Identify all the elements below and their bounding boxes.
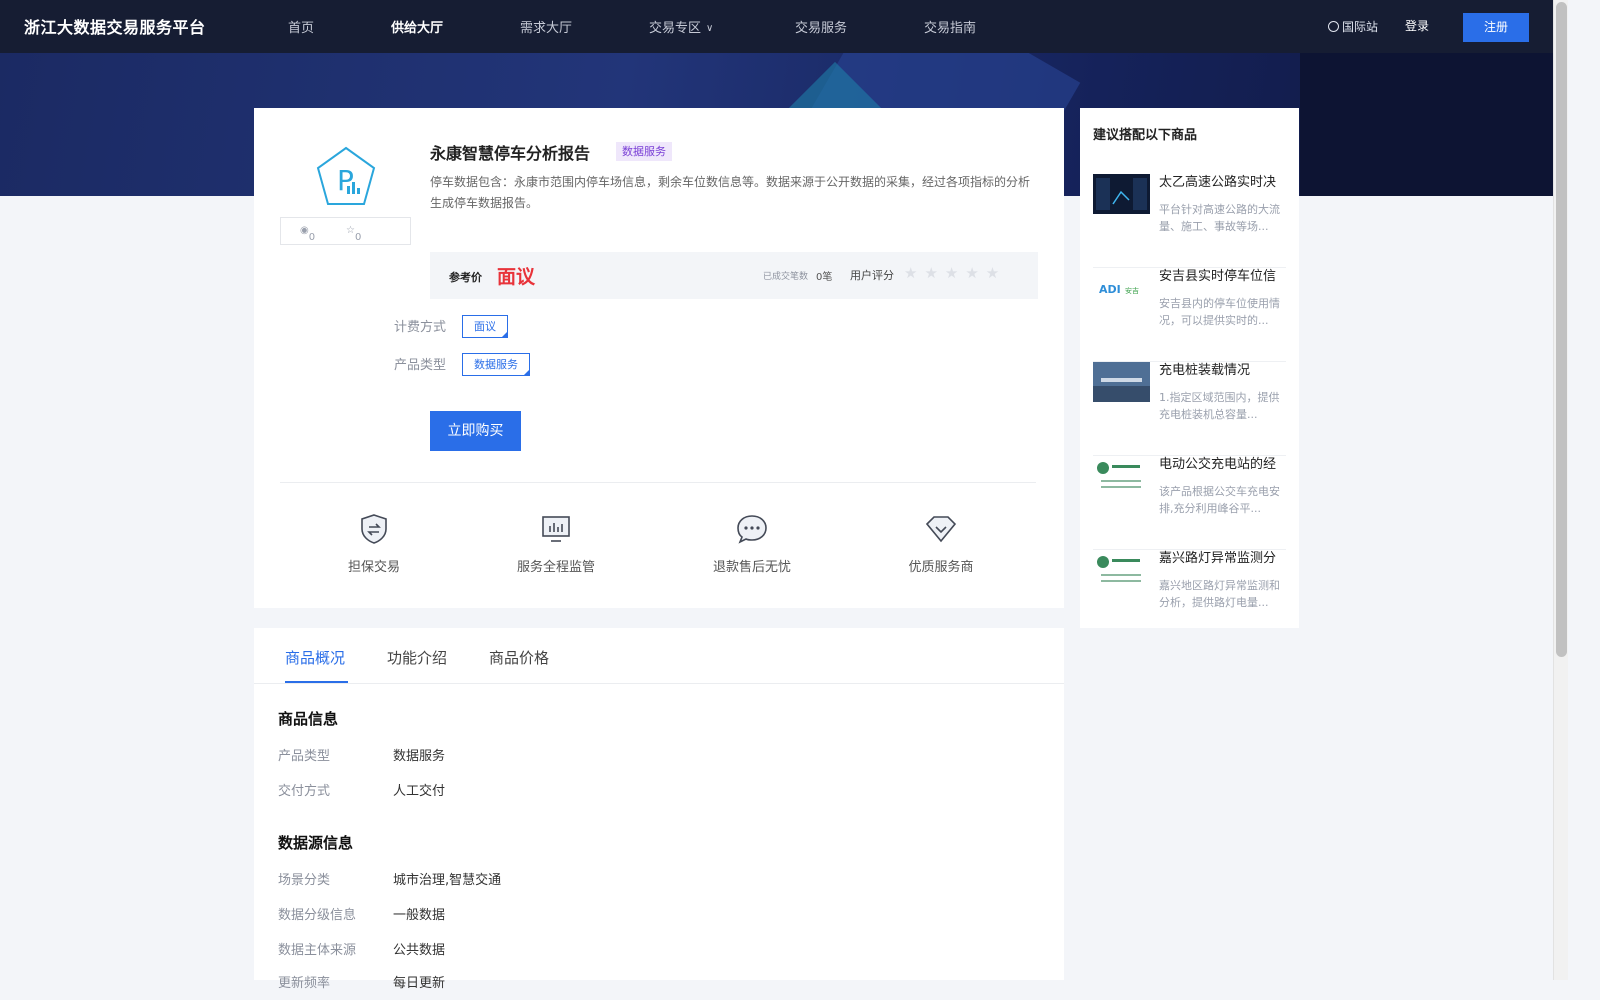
suggest-item[interactable]: ADI 安吉 安吉县实时停车位信 安吉县内的停车位使用情况，可以提供实时的... [1093, 268, 1286, 362]
globe-icon [1328, 21, 1339, 32]
nav-trade-zone[interactable]: 交易专区 ∨ [649, 17, 713, 36]
feature-supervision: 服务全程监管 [496, 512, 616, 575]
buy-now-button[interactable]: 立即购买 [430, 411, 521, 451]
info-label: 场景分类 [278, 873, 331, 888]
info-label: 数据分级信息 [278, 908, 357, 923]
shield-exchange-icon [361, 514, 387, 544]
top-nav: 浙江大数据交易服务平台 首页 供给大厅 需求大厅 交易专区 ∨ 交易服务 交易指南… [0, 0, 1553, 53]
nav-supply-hall[interactable]: 供给大厅 [391, 17, 443, 36]
billing-label: 计费方式 [394, 320, 447, 335]
nav-demand-hall[interactable]: 需求大厅 [520, 17, 572, 36]
suggest-item[interactable]: 电动公交充电站的经 该产品根据公交车充电安排,充分利用峰谷平... [1093, 456, 1286, 550]
suggest-title: 建议搭配以下商品 [1093, 128, 1198, 143]
views-value: 0 [308, 232, 316, 243]
suggest-item[interactable]: 充电桩装载情况 1.指定区域范围内，提供充电桩装机总容量... [1093, 362, 1286, 456]
product-tag: 数据服务 [616, 142, 672, 161]
suggest-item-name: 电动公交充电站的经 [1159, 457, 1277, 472]
intl-site-label: 国际站 [1342, 20, 1379, 34]
tab-overview[interactable]: 商品概况 [285, 647, 345, 668]
section-title: 商品信息 [278, 710, 339, 728]
suggest-thumbnail [1093, 174, 1150, 214]
pentagon-logo-icon: P [316, 146, 376, 205]
monitor-chart-icon [542, 516, 570, 542]
info-label: 数据主体来源 [278, 943, 357, 958]
product-description: 停车数据包含：永康市范围内停车场信息，剩余车位数信息等。数据来源于公开数据的采集… [430, 175, 1031, 210]
product-card: P ◉ 0 ☆ 0 永康智慧停车分析报告 数据服务 停车数据包含：永康市范围内停… [254, 108, 1064, 608]
feature-label: 优质服务商 [908, 560, 974, 575]
info-value: 每日更新 [393, 976, 446, 991]
login-link[interactable]: 登录 [1405, 17, 1429, 34]
nav-trade-guide[interactable]: 交易指南 [924, 17, 976, 36]
chat-bubble-icon [737, 515, 767, 544]
price-bar: 参考价 面议 已成交笔数 0笔 用户评分 ★★★★★ [430, 252, 1038, 299]
deals-label: 已成交笔数 [763, 272, 809, 282]
info-value: 城市治理,智慧交通 [393, 873, 502, 888]
suggest-panel: 建议搭配以下商品 太乙高速公路实时决 平台针对高速公路的大流量、施工、事故等场.… [1080, 108, 1299, 628]
suggest-item-desc: 安吉县内的停车位使用情况，可以提供实时的... [1159, 297, 1280, 327]
favorites-value: 0 [354, 232, 362, 243]
price-label: 参考价 [449, 271, 482, 284]
tab-pricing[interactable]: 商品价格 [489, 647, 549, 668]
brand-title[interactable]: 浙江大数据交易服务平台 [24, 14, 206, 38]
info-value: 一般数据 [393, 908, 446, 923]
details-section: 商品概况 功能介绍 商品价格 商品信息 产品类型 数据服务 交付方式 人工交付 … [254, 628, 1064, 991]
feature-guarantee: 担保交易 [314, 512, 434, 575]
rating-label: 用户评分 [850, 269, 894, 282]
rating-stars: ★★★★★ [904, 264, 1007, 282]
page-scrollbar[interactable] [1553, 0, 1568, 980]
suggest-item-desc: 嘉兴地区路灯异常监测和分析，提供路灯电量... [1159, 579, 1280, 609]
nav-trade-service[interactable]: 交易服务 [795, 17, 847, 36]
suggest-thumbnail [1093, 362, 1150, 402]
views-count: ◉ 0 [300, 225, 316, 243]
feature-label: 担保交易 [347, 560, 400, 575]
active-tab-indicator [285, 681, 348, 683]
suggest-item-name: 安吉县实时停车位信 [1159, 269, 1277, 284]
svg-text:ADI: ADI [1099, 283, 1121, 296]
info-value: 公共数据 [393, 943, 446, 958]
price-value: 面议 [497, 266, 536, 288]
billing-option[interactable]: 面议 [462, 315, 508, 338]
feature-label: 服务全程监管 [516, 560, 595, 575]
favorites-count[interactable]: ☆ 0 [346, 225, 361, 243]
suggest-item[interactable]: 嘉兴路灯异常监测分 嘉兴地区路灯异常监测和分析，提供路灯电量... [1093, 550, 1286, 644]
chevron-down-icon: ∨ [706, 23, 714, 34]
suggest-thumbnail [1093, 550, 1150, 590]
product-title: 永康智慧停车分析报告 [430, 144, 591, 163]
suggest-item-desc: 平台针对高速公路的大流量、施工、事故等场... [1159, 203, 1280, 233]
feature-label: 退款售后无忧 [712, 560, 791, 575]
info-label: 产品类型 [278, 749, 331, 764]
banner-decoration [1300, 53, 1553, 196]
type-option[interactable]: 数据服务 [462, 353, 530, 376]
tabs-divider [254, 683, 1064, 684]
info-value: 人工交付 [393, 784, 446, 799]
register-button[interactable]: 注册 [1463, 13, 1529, 42]
suggest-item[interactable]: 太乙高速公路实时决 平台针对高速公路的大流量、施工、事故等场... [1093, 174, 1286, 268]
suggest-item-desc: 1.指定区域范围内，提供充电桩装机总容量... [1159, 391, 1280, 421]
suggest-item-name: 太乙高速公路实时决 [1159, 175, 1277, 190]
divider [280, 482, 1036, 483]
suggest-item-name: 充电桩装载情况 [1159, 363, 1251, 378]
info-label: 更新频率 [278, 976, 331, 991]
tab-features[interactable]: 功能介绍 [387, 647, 447, 668]
svg-text:P: P [337, 164, 354, 197]
scrollbar-thumb[interactable] [1556, 2, 1567, 657]
suggest-item-desc: 该产品根据公交车充电安排,充分利用峰谷平... [1159, 485, 1280, 515]
section-title: 数据源信息 [278, 834, 354, 852]
suggest-thumbnail: ADI 安吉 [1093, 268, 1150, 308]
info-value: 数据服务 [393, 749, 446, 764]
suggest-item-name: 嘉兴路灯异常监测分 [1159, 551, 1277, 566]
product-logo: P [316, 146, 376, 208]
feature-quality-provider: 优质服务商 [881, 512, 1001, 575]
feature-refund: 退款售后无忧 [692, 512, 812, 575]
nav-home[interactable]: 首页 [288, 17, 314, 36]
intl-site-link[interactable]: 国际站 [1328, 18, 1378, 35]
info-label: 交付方式 [278, 784, 331, 799]
type-label: 产品类型 [394, 358, 447, 373]
svg-text:安吉: 安吉 [1125, 286, 1139, 295]
product-stats: ◉ 0 ☆ 0 [280, 217, 411, 245]
nav-trade-zone-label: 交易专区 [649, 21, 702, 36]
diamond-icon [925, 516, 957, 543]
deals-value: 0笔 [816, 272, 833, 283]
suggest-thumbnail [1093, 456, 1150, 496]
